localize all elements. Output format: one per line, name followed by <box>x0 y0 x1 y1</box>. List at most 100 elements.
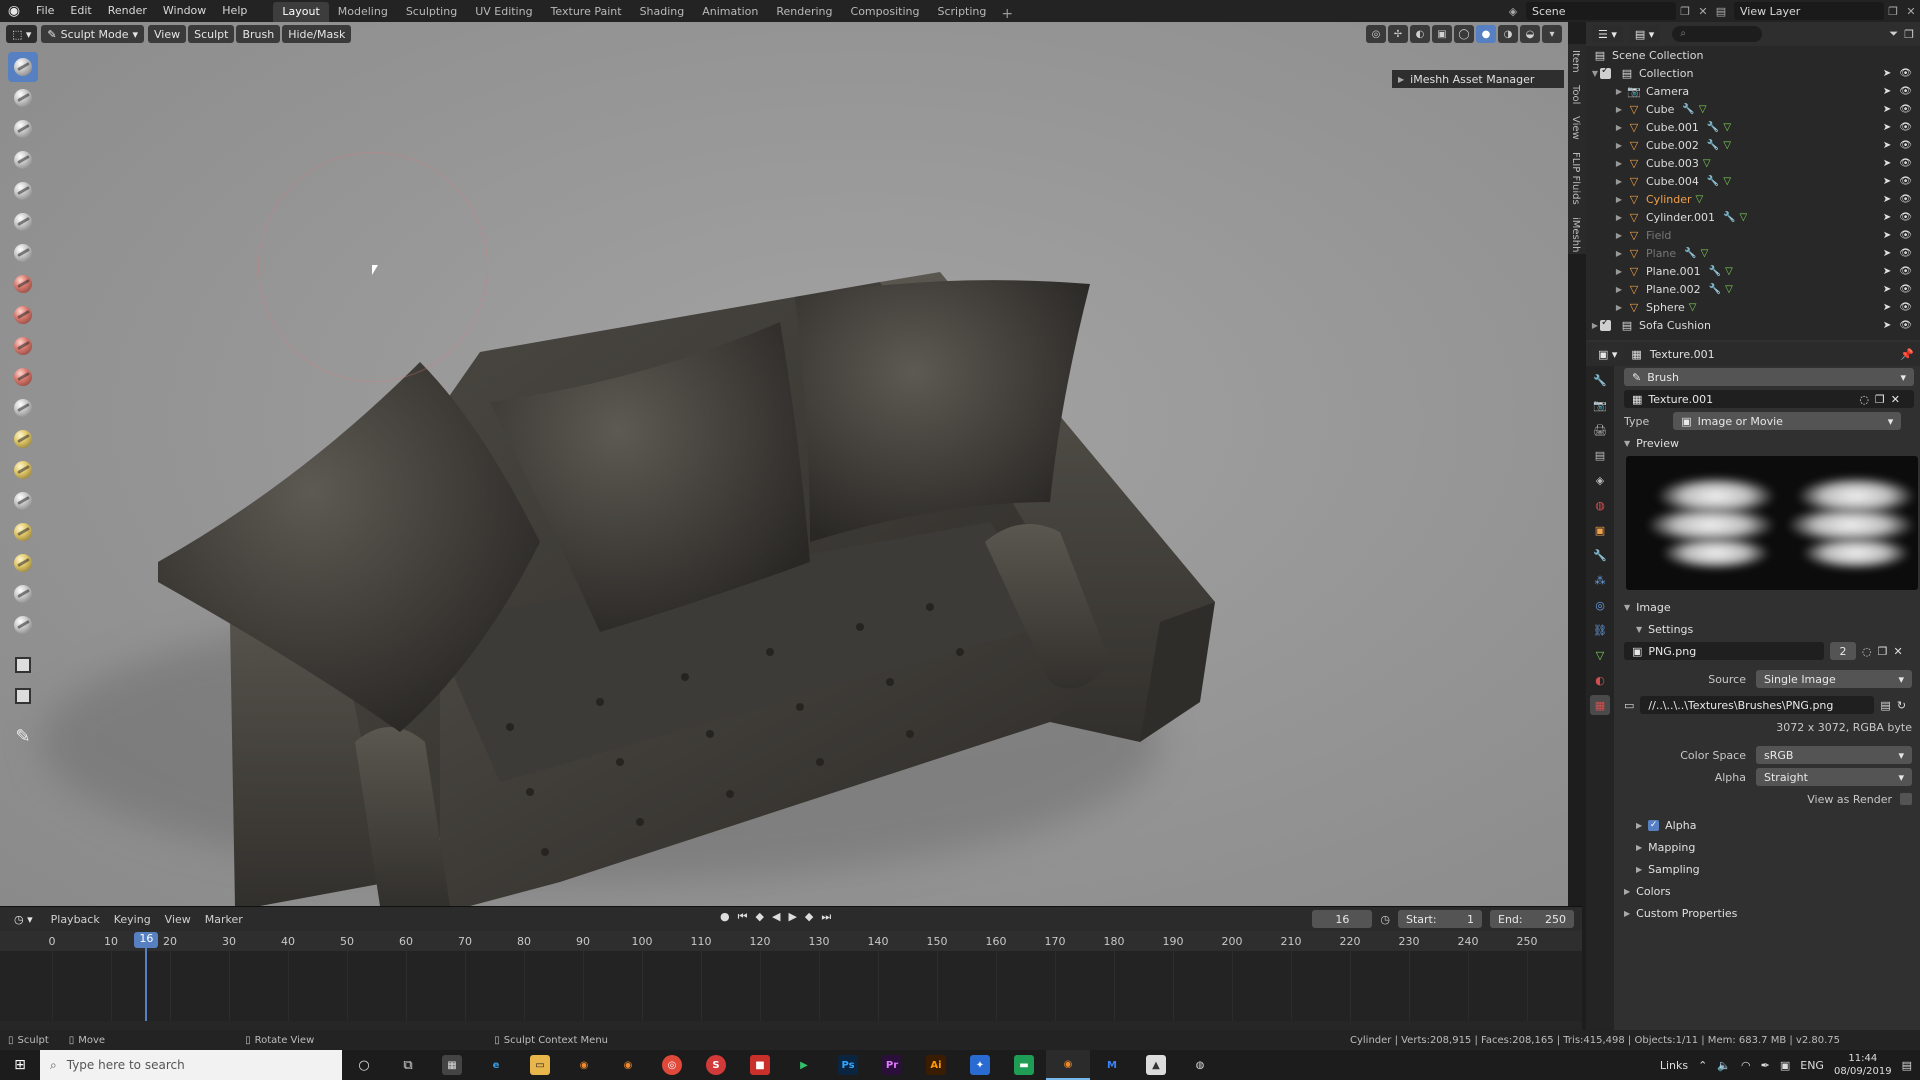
app-green-icon[interactable]: ▬ <box>1002 1050 1046 1080</box>
expand-arrow-icon[interactable]: ▶ <box>1614 87 1624 96</box>
notifications-icon[interactable]: ▤ <box>1902 1059 1912 1072</box>
solid-shading-icon[interactable]: ● <box>1476 25 1496 43</box>
blender-logo-icon[interactable]: ◉ <box>0 0 28 22</box>
scene-selector[interactable]: Scene <box>1526 2 1676 20</box>
new-collection-icon[interactable]: ❐ <box>1904 28 1914 41</box>
input-language[interactable]: ENG <box>1800 1059 1824 1072</box>
menu-file[interactable]: File <box>28 0 62 22</box>
app-circle-icon[interactable]: ◍ <box>1178 1050 1222 1080</box>
next-keyframe-icon[interactable]: ◆ <box>805 910 813 924</box>
outliner-item-field[interactable]: ▶ ▽ Field ➤ 👁 <box>1586 226 1920 244</box>
tool-clay[interactable] <box>8 114 38 144</box>
xray-icon[interactable]: ▣ <box>1432 25 1452 43</box>
expand-arrow-icon[interactable]: ▶ <box>1614 213 1624 222</box>
colors-panel-header[interactable]: ▶ Colors <box>1616 880 1920 902</box>
outliner-item-cube-003[interactable]: ▶ ▽ Cube.003 ▽ ➤ 👁 <box>1586 154 1920 172</box>
properties-tab-world[interactable]: ◍ <box>1590 495 1610 515</box>
alpha-mode-dropdown[interactable]: Straight ▾ <box>1756 768 1912 786</box>
blender-app-icon-2[interactable]: ◉ <box>606 1050 650 1080</box>
task-view-icon[interactable]: ⧉ <box>386 1050 430 1080</box>
preview-panel-header[interactable]: ▼ Preview <box>1616 432 1920 454</box>
tool-snake-hook[interactable] <box>8 486 38 516</box>
outliner-scene-collection[interactable]: ▤ Scene Collection <box>1586 46 1920 64</box>
modifier-wrench-icon[interactable]: 🔧 <box>1684 248 1696 259</box>
outliner-item-cylinder[interactable]: ▶ ▽ Cylinder ▽ ➤ 👁 <box>1586 190 1920 208</box>
properties-tab-material[interactable]: ◐ <box>1590 670 1610 690</box>
view-as-render-checkbox[interactable] <box>1900 793 1912 805</box>
file-explorer-icon[interactable]: ▭ <box>518 1050 562 1080</box>
modifier-wrench-icon[interactable]: 🔧 <box>1707 140 1719 151</box>
view-layer-icon[interactable]: ▤ <box>1712 2 1730 20</box>
tool-fill[interactable] <box>8 362 38 392</box>
eye-icon[interactable]: 👁 <box>1899 194 1912 205</box>
shading-options-icon[interactable]: ▾ <box>1542 25 1562 43</box>
outliner-item-plane[interactable]: ▶ ▽ Plane 🔧 ▽ ➤ 👁 <box>1586 244 1920 262</box>
app-red-box-icon[interactable]: ■ <box>738 1050 782 1080</box>
rendered-shading-icon[interactable]: ◒ <box>1520 25 1540 43</box>
overlays-icon[interactable]: ◐ <box>1410 25 1430 43</box>
tool-inflate[interactable] <box>8 207 38 237</box>
properties-tab-modifiers[interactable]: 🔧 <box>1590 545 1610 565</box>
image-users-count[interactable]: 2 <box>1830 642 1856 660</box>
properties-tab-render[interactable]: 📷 <box>1590 395 1610 415</box>
selectable-arrow-icon[interactable]: ➤ <box>1883 302 1891 313</box>
sidebar-tab-view[interactable]: View <box>1568 110 1583 146</box>
tool-box-hide[interactable] <box>8 681 38 711</box>
tool-rotate[interactable] <box>8 579 38 609</box>
outliner-item-cube[interactable]: ▶ ▽ Cube 🔧 ▽ ➤ 👁 <box>1586 100 1920 118</box>
expand-arrow-icon[interactable]: ▶ <box>1614 231 1624 240</box>
eye-icon[interactable]: 👁 <box>1899 104 1912 115</box>
image-panel-header[interactable]: ▼ Image <box>1616 596 1920 618</box>
view-layer-selector[interactable]: View Layer <box>1734 2 1884 20</box>
color-space-dropdown[interactable]: sRGB ▾ <box>1756 746 1912 764</box>
clock[interactable]: 11:44 08/09/2019 <box>1834 1052 1892 1078</box>
tab-modeling[interactable]: Modeling <box>329 2 397 22</box>
properties-tab-scene[interactable]: ◈ <box>1590 470 1610 490</box>
tab-rendering[interactable]: Rendering <box>767 2 841 22</box>
eye-icon[interactable]: 👁 <box>1899 86 1912 97</box>
selectable-arrow-icon[interactable]: ➤ <box>1883 320 1891 331</box>
mesh-data-icon[interactable]: ▽ <box>1725 266 1733 277</box>
selectable-arrow-icon[interactable]: ➤ <box>1883 122 1891 133</box>
chrome-app-icon[interactable]: ◎ <box>650 1050 694 1080</box>
collection-checkbox[interactable] <box>1600 317 1611 331</box>
tab-animation[interactable]: Animation <box>693 2 767 22</box>
asset-manager-panel[interactable]: ▶ iMeshh Asset Manager <box>1392 70 1564 88</box>
properties-tab-texture[interactable]: ▦ <box>1590 695 1610 715</box>
taskbar-search-box[interactable]: ⌕ Type here to search <box>40 1050 342 1080</box>
tool-blob[interactable] <box>8 238 38 268</box>
outliner-collection-sofa-cushion[interactable]: ▶▤Sofa Cushion➤👁 <box>1586 316 1920 334</box>
mesh-data-icon[interactable]: ▽ <box>1701 248 1709 259</box>
tool-flatten[interactable] <box>8 331 38 361</box>
selectable-arrow-icon[interactable]: ➤ <box>1883 194 1891 205</box>
properties-tab-view-layer[interactable]: ▤ <box>1590 445 1610 465</box>
menu-window[interactable]: Window <box>155 0 214 22</box>
outliner-item-cube-001[interactable]: ▶ ▽ Cube.001 🔧 ▽ ➤ 👁 <box>1586 118 1920 136</box>
mesh-data-icon[interactable]: ▽ <box>1723 122 1731 133</box>
mesh-data-icon[interactable]: ▽ <box>1725 284 1733 295</box>
image-datablock-field[interactable]: ▣ PNG.png <box>1624 642 1824 660</box>
material-shading-icon[interactable]: ◑ <box>1498 25 1518 43</box>
sidebar-tab-flip-fluids[interactable]: FLIP Fluids <box>1568 146 1583 211</box>
viewport-menu-hide-mask[interactable]: Hide/Mask <box>282 25 352 43</box>
wireframe-shading-icon[interactable]: ◯ <box>1454 25 1474 43</box>
alpha-subpanel-checkbox[interactable]: ✓ <box>1648 819 1660 831</box>
windows-start-icon[interactable]: ⊞ <box>0 1050 40 1080</box>
mesh-data-icon[interactable]: ▽ <box>1723 176 1731 187</box>
eye-icon[interactable]: 👁 <box>1899 266 1912 277</box>
selectable-arrow-icon[interactable]: ➤ <box>1883 104 1891 115</box>
record-icon[interactable]: ● <box>720 910 730 924</box>
illustrator-app-icon[interactable]: Ai <box>914 1050 958 1080</box>
filter-icon[interactable]: ⏷ <box>1889 27 1898 41</box>
outliner-search-input[interactable]: ⌕ <box>1672 26 1763 42</box>
3d-viewport[interactable]: ⬚ ▾ ✎ Sculpt Mode ▾ View Sculpt Brush Hide/Ma… <box>0 22 1568 906</box>
playhead-line[interactable] <box>145 947 148 1021</box>
tool-smooth[interactable] <box>8 300 38 330</box>
modifier-wrench-icon[interactable]: 🔧 <box>1709 284 1721 295</box>
tab-shading[interactable]: Shading <box>631 2 694 22</box>
view-object-types-icon[interactable]: ◎ <box>1366 25 1386 43</box>
premiere-app-icon[interactable]: Pr <box>870 1050 914 1080</box>
tray-chevron-up-icon[interactable]: ⌃ <box>1698 1059 1707 1072</box>
play-icon[interactable]: ▶ <box>788 910 796 924</box>
eye-icon[interactable]: 👁 <box>1899 248 1912 259</box>
